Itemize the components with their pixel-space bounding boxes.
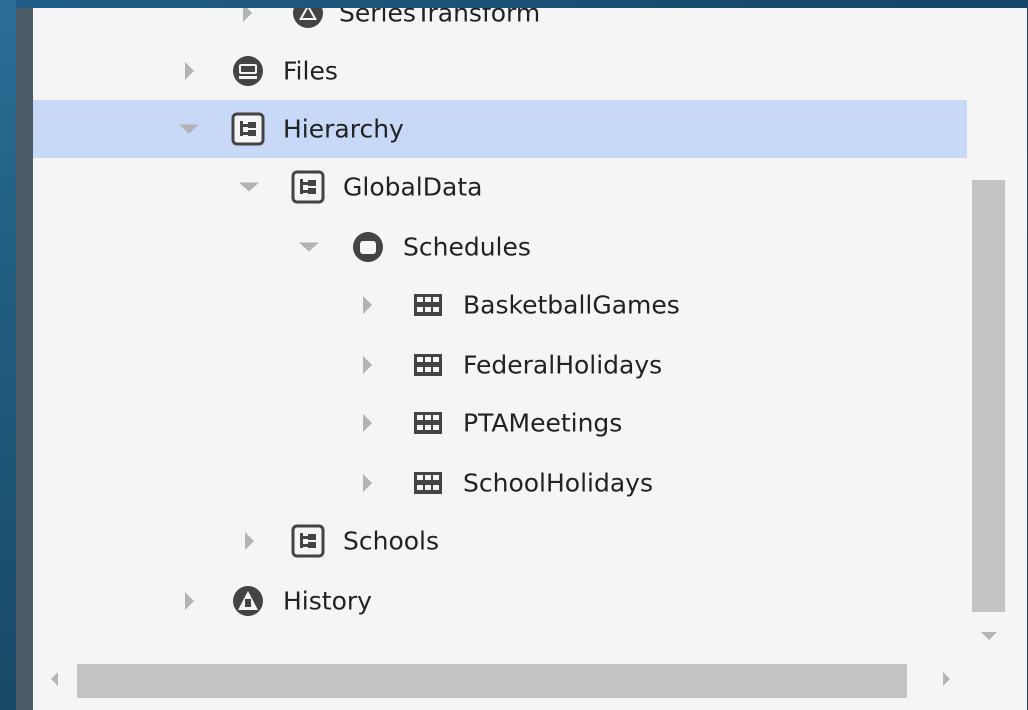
expand-arrow-icon[interactable]: [363, 414, 372, 432]
nav-tree: SeriesTransform Files Hierarchy GlobalDa…: [33, 8, 967, 648]
tree-item-label: Files: [283, 56, 338, 86]
tree-item-label: PTAMeetings: [463, 408, 623, 438]
expand-arrow-icon[interactable]: [363, 474, 372, 492]
tree-row-files[interactable]: Files: [33, 42, 967, 100]
hierarchy-icon: [231, 112, 265, 146]
folder-icon: [351, 230, 385, 264]
tree-row-history[interactable]: History: [33, 572, 967, 630]
tree-item-label: GlobalData: [343, 172, 483, 202]
collapse-arrow-icon[interactable]: [299, 242, 319, 252]
tree-item-label: History: [283, 586, 372, 616]
scroll-right-arrow-icon[interactable]: [943, 672, 950, 686]
scroll-down-arrow-icon[interactable]: [981, 632, 997, 640]
tree-row-hierarchy[interactable]: Hierarchy: [33, 100, 967, 158]
tree-item-label: BasketballGames: [463, 290, 680, 320]
tree-item-label: Hierarchy: [283, 114, 404, 144]
hierarchy-icon: [291, 524, 325, 558]
files-icon: [231, 54, 265, 88]
schedule-grid-icon: [411, 288, 445, 322]
tree-row-basketballgames[interactable]: BasketballGames: [33, 276, 967, 334]
expand-arrow-icon[interactable]: [363, 296, 372, 314]
tree-row-schools[interactable]: Schools: [33, 512, 967, 570]
tree-row-ptameetings[interactable]: PTAMeetings: [33, 394, 967, 452]
vertical-scrollbar-thumb[interactable]: [972, 180, 1005, 612]
tree-row-schoolholidays[interactable]: SchoolHolidays: [33, 454, 967, 512]
hierarchy-icon: [291, 170, 325, 204]
expand-arrow-icon[interactable]: [245, 532, 254, 550]
tree-item-label: SeriesTransform: [339, 8, 541, 28]
expand-arrow-icon[interactable]: [185, 592, 194, 610]
schedule-grid-icon: [411, 406, 445, 440]
tree-row-federalholidays[interactable]: FederalHolidays: [33, 336, 967, 394]
expand-arrow-icon[interactable]: [243, 8, 252, 22]
panel-left-edge: [16, 8, 33, 710]
schedule-grid-icon: [411, 348, 445, 382]
tree-item-label: FederalHolidays: [463, 350, 663, 380]
scroll-left-arrow-icon[interactable]: [51, 672, 58, 686]
expand-arrow-icon[interactable]: [363, 356, 372, 374]
desktop-background: [0, 0, 16, 710]
collapse-arrow-icon[interactable]: [179, 124, 199, 134]
horizontal-scrollbar-thumb[interactable]: [77, 664, 907, 698]
tree-row-seriestransform[interactable]: SeriesTransform: [33, 8, 967, 42]
tree-row-globaldata[interactable]: GlobalData: [33, 158, 967, 216]
tree-item-label: Schools: [343, 526, 440, 556]
horizontal-scrollbar[interactable]: [33, 650, 1027, 710]
navigation-tree-panel: SeriesTransform Files Hierarchy GlobalDa…: [33, 8, 1027, 710]
expand-arrow-icon[interactable]: [185, 62, 194, 80]
series-transform-icon: [291, 8, 325, 30]
history-icon: [231, 584, 265, 618]
tree-item-label: Schedules: [403, 232, 531, 262]
collapse-arrow-icon[interactable]: [239, 182, 259, 192]
tree-item-label: SchoolHolidays: [463, 468, 653, 498]
schedule-grid-icon: [411, 466, 445, 500]
tree-row-schedules[interactable]: Schedules: [33, 218, 967, 276]
